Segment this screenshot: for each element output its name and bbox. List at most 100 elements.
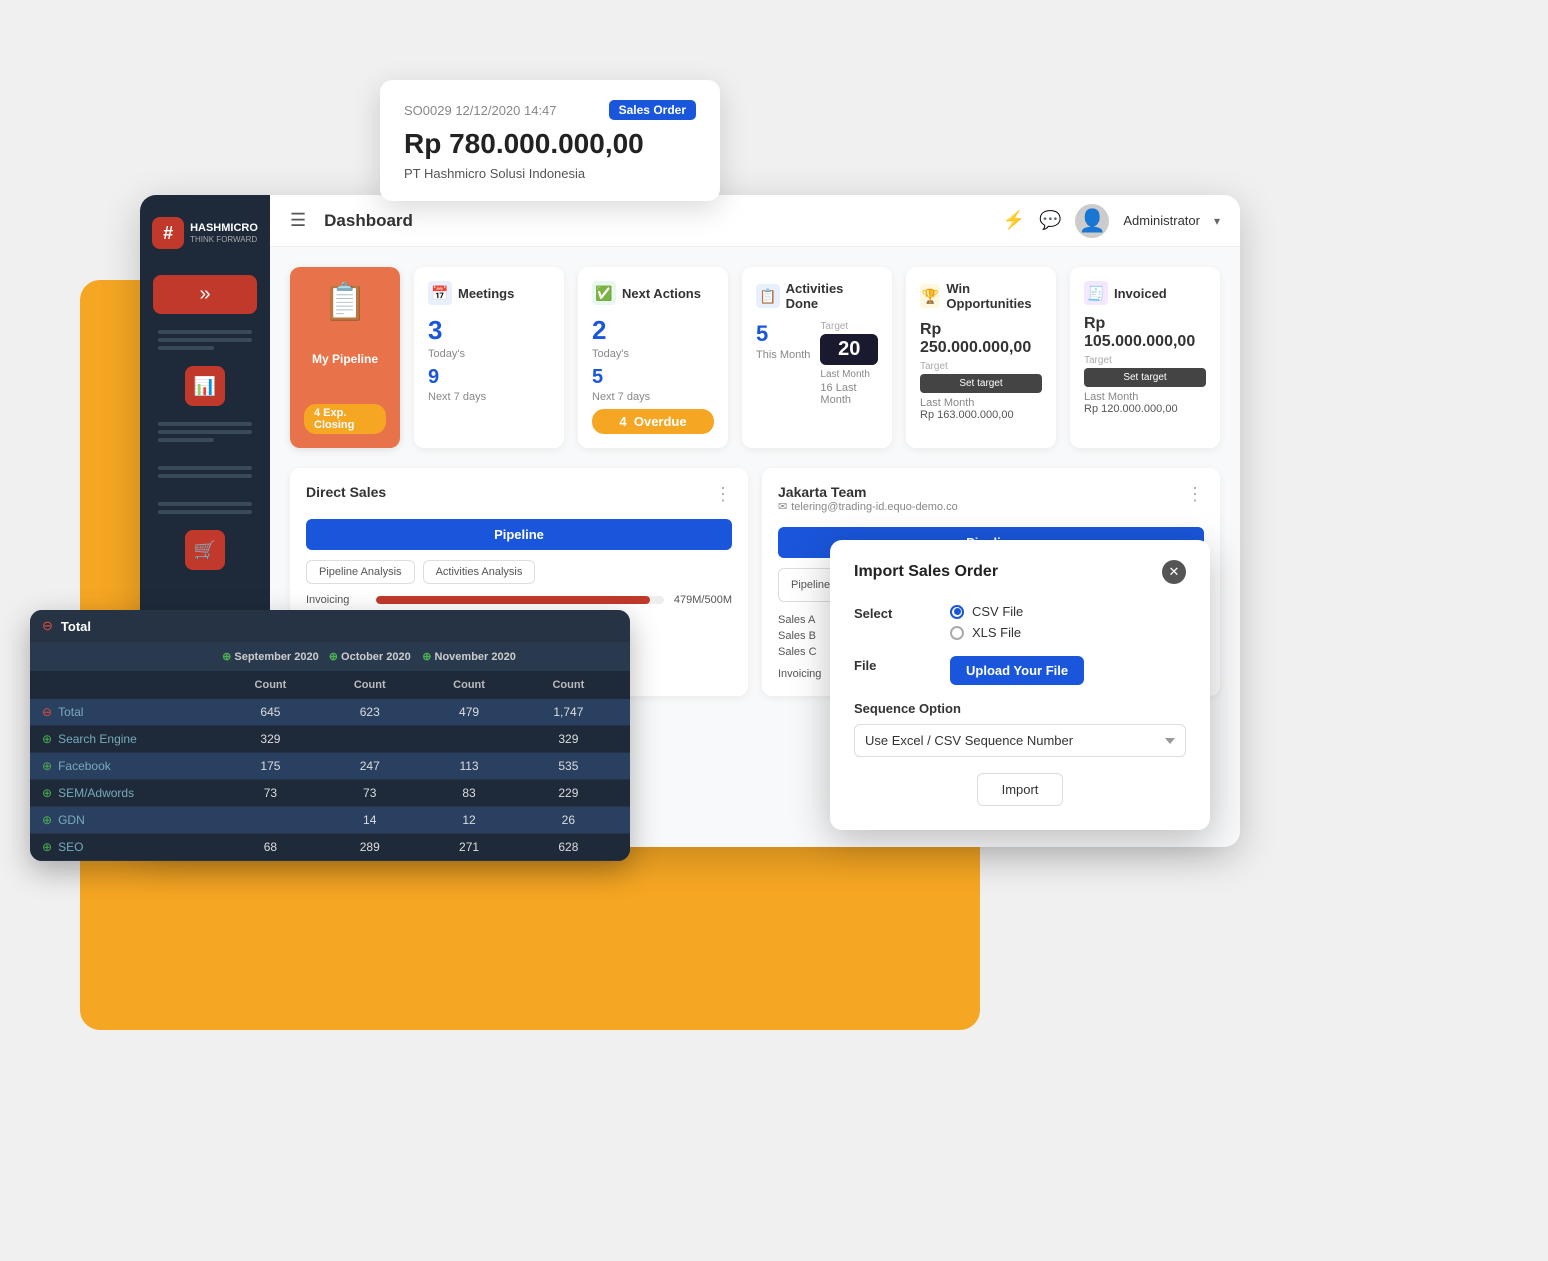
table-row-facebook: ⊕ Facebook 175 247 113 535 — [30, 753, 630, 780]
sidebar-item-chevron[interactable]: » — [153, 275, 257, 314]
activities-this-month-value: 5 — [756, 321, 810, 347]
row-sem-label: SEM/Adwords — [58, 786, 134, 800]
avatar[interactable]: 👤 — [1075, 204, 1109, 238]
direct-pipeline-analysis-btn[interactable]: Pipeline Analysis — [306, 560, 415, 584]
shop-icon: 🛒 — [194, 540, 216, 561]
direct-sales-title: Direct Sales — [306, 484, 386, 500]
jakarta-team-title: Jakarta Team — [778, 484, 958, 500]
invoiced-set-target[interactable]: Set target — [1084, 368, 1206, 387]
lightning-icon[interactable]: ⚡ — [1003, 210, 1025, 231]
xls-option[interactable]: XLS File — [950, 625, 1023, 640]
jakarta-team-menu-icon[interactable]: ⋮ — [1186, 484, 1204, 505]
search-oct — [320, 732, 419, 746]
admin-label: Administrator — [1123, 213, 1200, 228]
plus-gdn-icon: ⊕ — [42, 813, 52, 827]
nov-month: November 2020 — [435, 651, 516, 663]
modal-file-options: CSV File XLS File — [950, 604, 1023, 640]
seo-total: 628 — [519, 840, 618, 854]
invoiced-amount: Rp 105.000.000,00 — [1084, 315, 1206, 351]
next-actions-title: Next Actions — [622, 286, 701, 301]
table-row-search-engine: ⊕ Search Engine 329 329 — [30, 726, 630, 753]
meetings-today-block: 3 Today's — [428, 315, 465, 360]
topbar-right: ⚡ 💬 👤 Administrator ▾ — [1003, 204, 1220, 238]
next-7days-block: 5 Next 7 days — [592, 366, 650, 403]
table-title: Total — [61, 619, 91, 634]
win-opp-set-target[interactable]: Set target — [920, 374, 1042, 393]
chevron-icon: » — [199, 283, 210, 306]
direct-sales-pipeline-btn[interactable]: Pipeline — [306, 519, 732, 550]
row-seo-label: SEO — [58, 840, 83, 854]
seo-oct: 289 — [320, 840, 419, 854]
total-sep: 645 — [221, 705, 320, 719]
data-table-card: ⊖ Total ⊕ September 2020 ⊕ October 2020 … — [30, 610, 630, 861]
plus-sem-icon: ⊕ — [42, 786, 52, 800]
invoiced-last-month-value: Rp 120.000.000,00 — [1084, 403, 1206, 415]
invoiced-icon: 🧾 — [1084, 281, 1108, 305]
invoiced-target-label: Target — [1084, 355, 1206, 366]
sequence-select[interactable]: Use Excel / CSV Sequence Number — [854, 724, 1186, 757]
admin-chevron[interactable]: ▾ — [1214, 214, 1220, 228]
sidebar-lines-3 — [150, 458, 261, 486]
csv-label: CSV File — [972, 604, 1023, 619]
csv-option[interactable]: CSV File — [950, 604, 1023, 619]
xls-radio[interactable] — [950, 626, 964, 640]
next-7days-value: 5 — [592, 366, 650, 389]
direct-activities-analysis-btn[interactable]: Activities Analysis — [423, 560, 536, 584]
modal-select-label: Select — [854, 604, 934, 621]
next-7days-label: Next 7 days — [592, 391, 650, 403]
meetings-card: 📅 Meetings 3 Today's 9 Next 7 days — [414, 267, 564, 448]
closing-text: 4 Exp. Closing — [314, 407, 376, 431]
modal-close-button[interactable]: ✕ — [1162, 560, 1186, 584]
table-row-sem: ⊕ SEM/Adwords 73 73 83 229 — [30, 780, 630, 807]
next-today-value: 2 — [592, 315, 629, 346]
hamburger-icon[interactable]: ☰ — [290, 210, 306, 231]
sales-order-card: SO0029 12/12/2020 14:47 Sales Order Rp 7… — [380, 80, 720, 201]
dashboard-topbar: ☰ Dashboard ⚡ 💬 👤 Administrator ▾ — [140, 195, 1240, 247]
sem-sep: 73 — [221, 786, 320, 800]
modal-sequence-field: Sequence Option Use Excel / CSV Sequence… — [854, 701, 1186, 757]
next-today-block: 2 Today's — [592, 315, 629, 360]
activities-this-month: 5 This Month — [756, 321, 810, 361]
direct-invoicing-fill — [376, 596, 650, 604]
meetings-today-value: 3 — [428, 315, 465, 346]
pipeline-closing: 4 Exp. Closing — [304, 404, 386, 434]
table-header: ⊖ Total — [30, 610, 630, 642]
direct-invoicing-label: Invoicing — [306, 594, 366, 606]
logo-hash: # — [152, 217, 184, 249]
sidebar-lines-2 — [150, 414, 261, 450]
sidebar-chart-icon[interactable]: 📊 — [185, 366, 225, 406]
total-oct: 623 — [320, 705, 419, 719]
bar-a-label: Sales A — [778, 614, 828, 626]
total-nov: 479 — [419, 705, 518, 719]
so-amount: Rp 780.000.000,00 — [404, 128, 696, 160]
sidebar-shop-icon[interactable]: 🛒 — [185, 530, 225, 570]
activities-title: Activities Done — [786, 281, 878, 311]
activities-icon: 📋 — [756, 284, 780, 308]
win-opp-icon: 🏆 — [920, 284, 940, 308]
meetings-next-block: 9 Next 7 days — [428, 366, 486, 403]
meetings-today-label: Today's — [428, 348, 465, 360]
direct-invoicing-value: 479M/500M — [674, 594, 732, 606]
row-search-label: Search Engine — [58, 732, 137, 746]
import-button[interactable]: Import — [977, 773, 1064, 806]
plus-nov-icon: ⊕ — [422, 651, 431, 663]
overdue-value: 4 — [619, 414, 626, 429]
direct-sales-menu-icon[interactable]: ⋮ — [714, 484, 732, 505]
search-sep: 329 — [221, 732, 320, 746]
chart-icon: 📊 — [194, 376, 216, 397]
so-reference: SO0029 12/12/2020 14:47 — [404, 103, 557, 118]
fb-sep: 175 — [221, 759, 320, 773]
my-pipeline-card: 📋 My Pipeline 4 Exp. Closing — [290, 267, 400, 448]
meetings-next-label: Next 7 days — [428, 391, 486, 403]
sem-nov: 83 — [419, 786, 518, 800]
row-minus-icon: ⊖ — [42, 705, 52, 719]
upload-file-button[interactable]: Upload Your File — [950, 656, 1084, 685]
gdn-oct: 14 — [320, 813, 419, 827]
plus-sep-icon: ⊕ — [222, 651, 231, 663]
modal-file-label: File — [854, 656, 934, 673]
email-icon: ✉ — [778, 500, 787, 513]
chat-icon[interactable]: 💬 — [1039, 210, 1061, 231]
xls-label: XLS File — [972, 625, 1021, 640]
import-modal: Import Sales Order ✕ Select CSV File XLS… — [830, 540, 1210, 830]
csv-radio[interactable] — [950, 605, 964, 619]
